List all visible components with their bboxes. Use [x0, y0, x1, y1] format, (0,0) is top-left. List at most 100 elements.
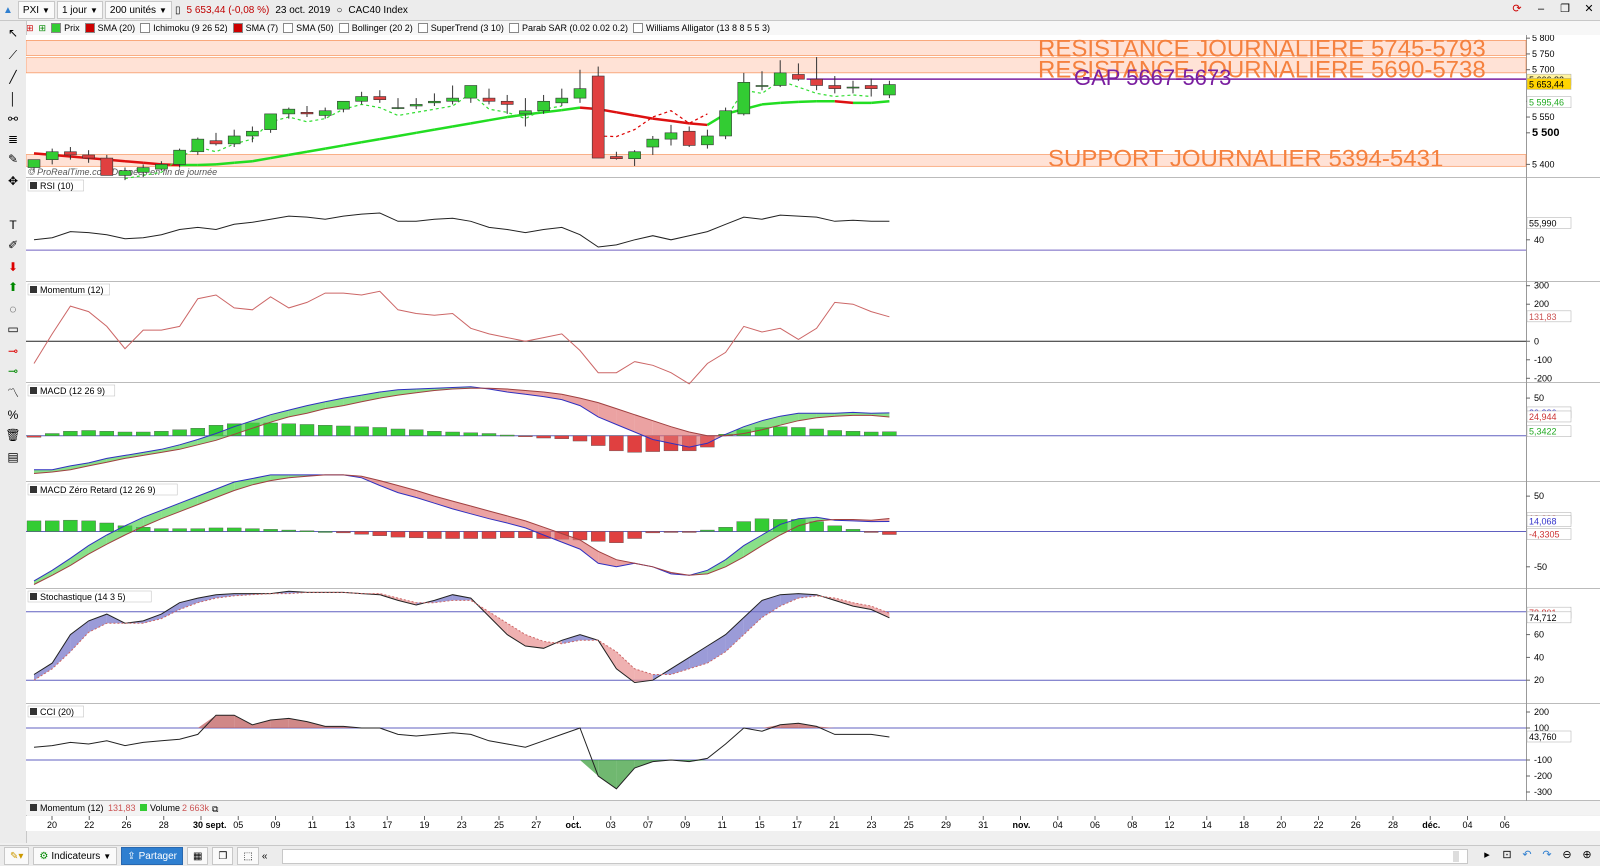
refresh-icon[interactable]: ⟳ — [1510, 2, 1524, 16]
zoom-in-icon[interactable]: ⊕ — [1580, 848, 1594, 862]
x-tick-label: 08 — [1127, 820, 1137, 830]
alert-green-icon[interactable]: ⊸ — [5, 363, 21, 379]
indicator-toggle[interactable]: SMA (50) — [283, 23, 334, 33]
histogram-bar — [135, 431, 151, 436]
histogram-bar — [190, 528, 206, 532]
alert-red-icon[interactable]: ⊸ — [5, 343, 21, 359]
add-indicator-green-icon[interactable]: ⊞ — [39, 23, 47, 34]
candle-body — [337, 100, 350, 110]
candle-body — [628, 151, 641, 159]
add-indicator-icon[interactable]: ⊞ — [26, 23, 34, 34]
indicator-toggle[interactable]: Prix — [51, 23, 80, 33]
histogram-bar — [536, 435, 551, 439]
histogram-bar — [208, 527, 224, 532]
minimize-icon[interactable]: – — [1534, 2, 1548, 16]
zone-label: SUPPORT JOURNALIER 5394-5431 — [1048, 145, 1443, 172]
histogram-bar — [63, 519, 78, 532]
wave-icon[interactable]: 〽 — [5, 385, 21, 401]
histogram-bar — [154, 431, 169, 436]
style-icon[interactable]: ✎▾ — [4, 847, 30, 865]
trend-tool-icon[interactable]: ⚯ — [5, 111, 21, 127]
timeframe-select[interactable]: 1 jour ▼ — [56, 1, 103, 19]
percent-icon[interactable]: % — [5, 407, 21, 423]
indicator-swatch — [417, 23, 428, 33]
x-tick-label: 25 — [494, 820, 504, 830]
screenshot-icon[interactable]: ⬚ — [237, 847, 259, 865]
segment-icon[interactable]: ⟋ — [5, 47, 21, 63]
candle-body — [464, 85, 478, 99]
scroll-left-fast-icon[interactable]: « — [259, 848, 271, 864]
sma20-segment — [197, 163, 217, 167]
indicator-toggle[interactable]: Bollinger (20 2) — [338, 23, 413, 33]
cursor-icon[interactable]: ↖ — [5, 25, 21, 41]
histogram-bar — [226, 527, 242, 532]
x-tick-label: 28 — [1388, 820, 1398, 830]
candle-body — [355, 96, 368, 102]
candle-body — [591, 75, 605, 159]
vertical-line-icon[interactable]: │ — [5, 91, 21, 107]
histogram-bar — [99, 431, 115, 436]
ticker-select[interactable]: PXI ▼ — [17, 1, 55, 19]
text-icon[interactable]: T — [5, 217, 21, 233]
move-icon[interactable]: ✥ — [5, 173, 21, 189]
units-select[interactable]: 200 unités ▼ — [104, 1, 172, 19]
value-label: 55,990 — [1529, 218, 1557, 228]
y-tick-label: 200 — [1534, 707, 1549, 717]
layers-icon[interactable]: ▤ — [5, 449, 21, 465]
zoom-out-icon[interactable]: ⊖ — [1560, 848, 1574, 862]
x-tick-label: 12 — [1165, 820, 1175, 830]
sma20-segment — [871, 100, 890, 105]
restore-icon[interactable]: ❐ — [1558, 2, 1572, 16]
chevron-down-icon: ▼ — [159, 5, 167, 15]
panel-title: Stochastique (14 3 5) — [40, 592, 126, 602]
pencil-icon[interactable]: ✐ — [5, 237, 21, 253]
chart-type-icon[interactable]: ▯ — [172, 2, 184, 18]
fit-icon[interactable]: ⊡ — [1500, 848, 1514, 862]
indicator-toggle[interactable]: Ichimoku (9 26 52) — [140, 23, 228, 33]
line-icon[interactable]: ╱ — [5, 69, 21, 85]
scroll-thumb[interactable] — [1453, 851, 1459, 862]
indicator-label: SMA (20) — [97, 23, 136, 33]
y-tick-label: 5 500 — [1532, 127, 1560, 139]
histogram-bar — [663, 531, 679, 533]
brush-icon[interactable]: ✎ — [5, 151, 21, 167]
x-tick-label: 15 — [755, 820, 765, 830]
indicator-toggle[interactable]: SMA (7) — [232, 23, 278, 33]
close-icon[interactable]: ✕ — [1582, 2, 1596, 16]
horizontal-scrollbar[interactable] — [282, 849, 1468, 864]
layout-icon[interactable]: ▦ — [186, 847, 209, 865]
histogram-bar — [645, 531, 660, 534]
histogram-bar — [845, 529, 861, 532]
zoom-controls: ▸ ⊡ ↶ ↷ ⊖ ⊕ — [1474, 848, 1594, 862]
histogram-bar — [354, 426, 369, 436]
axis-background — [1526, 282, 1600, 382]
rectangle-icon[interactable]: ▭ — [5, 321, 21, 337]
scroll-right-icon[interactable]: ▸ — [1480, 848, 1494, 862]
chevron-down-icon: ▼ — [42, 5, 50, 15]
histogram-bar — [791, 427, 806, 436]
indicator-label: Ichimoku (9 26 52) — [153, 23, 228, 33]
histogram-bar — [190, 428, 206, 436]
buy-arrow-icon[interactable]: ⬆ — [5, 279, 21, 295]
trash-icon[interactable]: 🗑 — [5, 427, 21, 443]
footer-popout-icon: ⧉ — [212, 804, 219, 814]
sell-arrow-icon[interactable]: ⬇ — [5, 259, 21, 275]
indicator-toggle[interactable]: Parab SAR (0.02 0.02 0.2) — [508, 23, 628, 33]
x-tick-label: 04 — [1463, 820, 1473, 830]
share-icon: ⇪ — [127, 850, 136, 862]
indicator-toggle[interactable]: SMA (20) — [84, 23, 136, 33]
indicator-toggle[interactable]: SuperTrend (3 10) — [417, 23, 504, 33]
lasso-icon[interactable]: ◌ — [5, 301, 21, 317]
chart-area[interactable]: RESISTANCE JOURNALIERE 5745-5793RESISTAN… — [26, 35, 1600, 845]
windows-icon[interactable]: ❐ — [212, 847, 234, 865]
indicator-toggle[interactable]: Williams Alligator (13 8 8 5 5 3) — [633, 23, 770, 33]
indicators-button[interactable]: ⚙ Indicateurs ▼ — [33, 847, 118, 865]
undo-icon[interactable]: ↶ — [1520, 848, 1534, 862]
fibonacci-icon[interactable]: ≣ — [5, 131, 21, 147]
indicator-swatch — [140, 23, 151, 33]
histogram-bar — [26, 520, 42, 532]
redo-icon[interactable]: ↷ — [1540, 848, 1554, 862]
histogram-bar — [117, 431, 133, 436]
candle-body — [719, 110, 732, 137]
share-button[interactable]: ⇪ Partager — [121, 847, 183, 865]
